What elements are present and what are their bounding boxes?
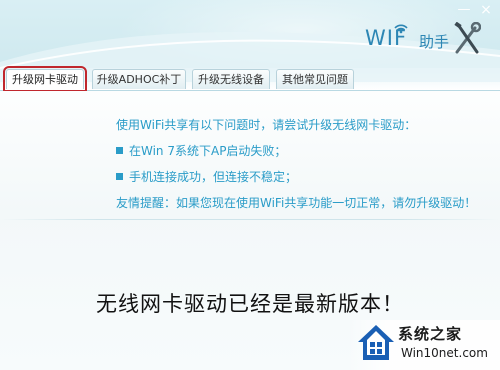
divider	[0, 219, 500, 220]
app-window: — × WIF 助手 升级网卡驱动 升级ADHOC补丁 升级无线设备 其他常见问…	[0, 0, 500, 370]
site-watermark: 系统之家 Win10net.com	[348, 320, 500, 370]
issue-item: 在Win 7系统下AP启动失败；	[116, 143, 486, 160]
issue-text: 在Win 7系统下AP启动失败；	[129, 144, 287, 158]
wrench-screwdriver-icon	[454, 22, 481, 54]
tab-upgrade-adhoc-patch[interactable]: 升级ADHOC补丁	[92, 69, 186, 89]
watermark-title: 系统之家	[398, 325, 463, 343]
tab-upgrade-nic-driver[interactable]: 升级网卡驱动	[3, 66, 87, 92]
minimize-button[interactable]: —	[455, 2, 473, 18]
tab-bar: 升级网卡驱动 升级ADHOC补丁 升级无线设备 其他常见问题	[0, 66, 500, 92]
close-button[interactable]: ×	[477, 2, 495, 18]
bullet-icon	[116, 173, 123, 180]
issue-text: 手机连接成功，但连接不稳定；	[129, 170, 298, 184]
logo-subtitle: 助手	[419, 33, 450, 51]
watermark-url: Win10net.com	[401, 346, 488, 360]
house-logo-icon	[358, 325, 394, 360]
tab-upgrade-wireless-device[interactable]: 升级无线设备	[192, 69, 270, 89]
title-bar: — × WIF 助手	[0, 0, 500, 82]
issue-item: 手机连接成功，但连接不稳定；	[116, 169, 486, 186]
tab-other-faq[interactable]: 其他常见问题	[276, 69, 354, 89]
tip-text: 友情提醒：如果您现在使用WiFi共享功能一切正常，请勿升级驱动！	[116, 196, 477, 210]
bullet-icon	[116, 147, 123, 154]
wifi-signal-icon	[394, 24, 408, 34]
info-block: 使用WiFi共享有以下问题时，请尝试升级无线网卡驱动： 在Win 7系统下AP启…	[116, 117, 486, 221]
app-logo: WIF 助手	[365, 22, 485, 62]
driver-status-message: 无线网卡驱动已经是最新版本！	[96, 292, 404, 316]
intro-text: 使用WiFi共享有以下问题时，请尝试升级无线网卡驱动：	[116, 118, 417, 132]
